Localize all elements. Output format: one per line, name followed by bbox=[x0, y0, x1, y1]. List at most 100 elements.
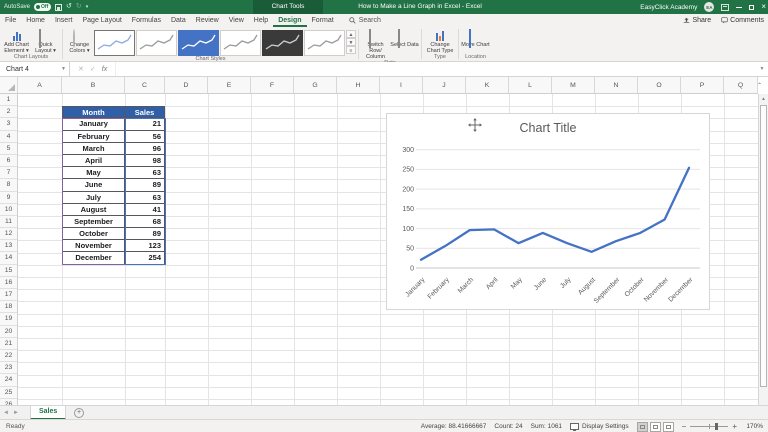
name-box-dropdown-icon[interactable]: ▼ bbox=[61, 62, 66, 77]
formula-bar-expand-icon[interactable]: ▼ bbox=[756, 62, 768, 76]
column-header-D[interactable]: D bbox=[165, 77, 208, 93]
menu-tab-insert[interactable]: Insert bbox=[50, 14, 78, 27]
row-header-9[interactable]: 9 bbox=[0, 192, 17, 204]
cell-sales[interactable]: 56 bbox=[125, 130, 165, 143]
cell-sales[interactable]: 21 bbox=[125, 118, 165, 131]
select-data-button[interactable]: Select Data bbox=[390, 28, 419, 48]
chart-style-thumb-2[interactable] bbox=[136, 30, 177, 56]
select-all-corner[interactable] bbox=[0, 77, 18, 93]
sheet-nav-right-icon[interactable]: ► bbox=[13, 410, 19, 416]
share-button[interactable]: Share bbox=[683, 17, 711, 24]
column-header-E[interactable]: E bbox=[208, 77, 251, 93]
row-header-25[interactable]: 25 bbox=[0, 387, 17, 399]
row-header-4[interactable]: 4 bbox=[0, 131, 17, 143]
scroll-up-icon[interactable]: ▲ bbox=[759, 94, 768, 104]
row-header-18[interactable]: 18 bbox=[0, 301, 17, 314]
column-header-P[interactable]: P bbox=[681, 77, 724, 93]
column-header-M[interactable]: M bbox=[552, 77, 595, 93]
cell-month[interactable]: June bbox=[62, 179, 125, 192]
customize-qat-icon[interactable]: ▾ bbox=[86, 0, 89, 14]
row-header-16[interactable]: 16 bbox=[0, 277, 17, 289]
page-break-view-icon[interactable] bbox=[662, 421, 674, 432]
autosave-toggle[interactable]: Off bbox=[34, 3, 52, 11]
cell-month[interactable]: September bbox=[62, 215, 125, 229]
row-header-8[interactable]: 8 bbox=[0, 179, 17, 192]
formula-input[interactable] bbox=[116, 62, 756, 76]
normal-view-icon[interactable] bbox=[636, 421, 648, 432]
vertical-scroll-thumb[interactable] bbox=[760, 105, 767, 387]
zoom-slider[interactable] bbox=[690, 423, 729, 430]
cell-sales[interactable]: 89 bbox=[125, 179, 165, 192]
close-icon[interactable]: × bbox=[761, 0, 766, 14]
chart-style-thumb-1[interactable] bbox=[94, 30, 135, 56]
row-header-20[interactable]: 20 bbox=[0, 326, 17, 338]
column-header-K[interactable]: K bbox=[466, 77, 509, 93]
move-chart-button[interactable]: Move Chart bbox=[461, 28, 490, 48]
cell-sales[interactable]: 63 bbox=[125, 167, 165, 180]
menu-tab-home[interactable]: Home bbox=[21, 14, 50, 27]
cell-month[interactable]: March bbox=[62, 142, 125, 155]
column-header-A[interactable]: A bbox=[18, 77, 62, 93]
cell-month[interactable]: July bbox=[62, 191, 125, 204]
menu-tab-page-layout[interactable]: Page Layout bbox=[77, 14, 126, 27]
display-settings-button[interactable]: Display Settings bbox=[570, 423, 629, 431]
column-header-N[interactable]: N bbox=[595, 77, 638, 93]
cell-month[interactable]: April bbox=[62, 154, 125, 168]
cell-sales[interactable]: 254 bbox=[125, 252, 165, 265]
row-header-11[interactable]: 11 bbox=[0, 216, 17, 229]
cell-month[interactable]: May bbox=[62, 167, 125, 180]
sheet-grid[interactable]: 1 2 3 4 5 6 7 8 9 10 11 12 13 14 15 16 17 18 19 20 21 22 23 24 2… bbox=[0, 94, 758, 405]
row-header-10[interactable]: 10 bbox=[0, 204, 17, 216]
cell-month[interactable]: August bbox=[62, 203, 125, 216]
cell-month[interactable]: January bbox=[62, 118, 125, 131]
insert-function-icon[interactable]: fx bbox=[102, 66, 107, 73]
column-header-O[interactable]: O bbox=[638, 77, 681, 93]
row-header-24[interactable]: 24 bbox=[0, 374, 17, 387]
gallery-down-icon[interactable]: ▼ bbox=[346, 38, 356, 46]
data-table[interactable]: Month Sales January 21 February 56 March 96 Apri… bbox=[62, 106, 165, 265]
row-header-15[interactable]: 15 bbox=[0, 265, 17, 277]
zoom-out-icon[interactable]: − bbox=[682, 422, 687, 431]
gallery-more-icon[interactable]: ≡ bbox=[346, 46, 356, 54]
row-header-5[interactable]: 5 bbox=[0, 143, 17, 155]
zoom-slider-thumb[interactable] bbox=[715, 423, 719, 430]
vertical-scrollbar[interactable]: ▲ bbox=[758, 94, 768, 405]
table-header-month[interactable]: Month bbox=[62, 106, 125, 119]
row-header-13[interactable]: 13 bbox=[0, 240, 17, 253]
cell-month[interactable]: October bbox=[62, 228, 125, 241]
chart-style-thumb-6[interactable] bbox=[304, 30, 345, 56]
add-chart-element-button[interactable]: Add Chart Element ▾ bbox=[2, 28, 31, 54]
undo-icon[interactable]: ↺ bbox=[66, 0, 72, 14]
column-header-F[interactable]: F bbox=[251, 77, 294, 93]
table-header-sales[interactable]: Sales bbox=[125, 106, 165, 119]
menu-tab-data[interactable]: Data bbox=[166, 14, 191, 27]
cell-sales[interactable]: 96 bbox=[125, 142, 165, 155]
row-header-19[interactable]: 19 bbox=[0, 313, 17, 326]
cell-sales[interactable]: 68 bbox=[125, 215, 165, 229]
minimize-icon[interactable] bbox=[736, 6, 743, 8]
account-name[interactable]: EasyClick Academy bbox=[640, 4, 697, 11]
cell-month[interactable]: November bbox=[62, 240, 125, 253]
sheet-nav-left-icon[interactable]: ◄ bbox=[3, 410, 9, 416]
cell-sales[interactable]: 41 bbox=[125, 203, 165, 216]
zoom-level[interactable]: 170% bbox=[745, 423, 763, 430]
column-header-B[interactable]: B bbox=[62, 77, 125, 93]
comments-button[interactable]: Comments bbox=[721, 17, 764, 24]
menu-tab-help[interactable]: Help bbox=[249, 14, 273, 27]
row-header-12[interactable]: 12 bbox=[0, 228, 17, 241]
cell-sales[interactable]: 123 bbox=[125, 240, 165, 253]
avatar[interactable]: EA bbox=[704, 2, 715, 12]
cell-month[interactable]: February bbox=[62, 130, 125, 143]
column-header-L[interactable]: L bbox=[509, 77, 552, 93]
menu-tab-review[interactable]: Review bbox=[191, 14, 224, 27]
cell-sales[interactable]: 98 bbox=[125, 154, 165, 168]
quick-layout-button[interactable]: Quick Layout ▾ bbox=[31, 28, 60, 54]
column-header-H[interactable]: H bbox=[337, 77, 380, 93]
row-header-7[interactable]: 7 bbox=[0, 167, 17, 180]
row-header-14[interactable]: 14 bbox=[0, 252, 17, 265]
row-header-23[interactable]: 23 bbox=[0, 362, 17, 375]
row-header-26[interactable]: 26 bbox=[0, 399, 17, 405]
page-layout-view-icon[interactable] bbox=[649, 421, 661, 432]
chart-style-thumb-4[interactable] bbox=[220, 30, 261, 56]
row-header-17[interactable]: 17 bbox=[0, 289, 17, 302]
